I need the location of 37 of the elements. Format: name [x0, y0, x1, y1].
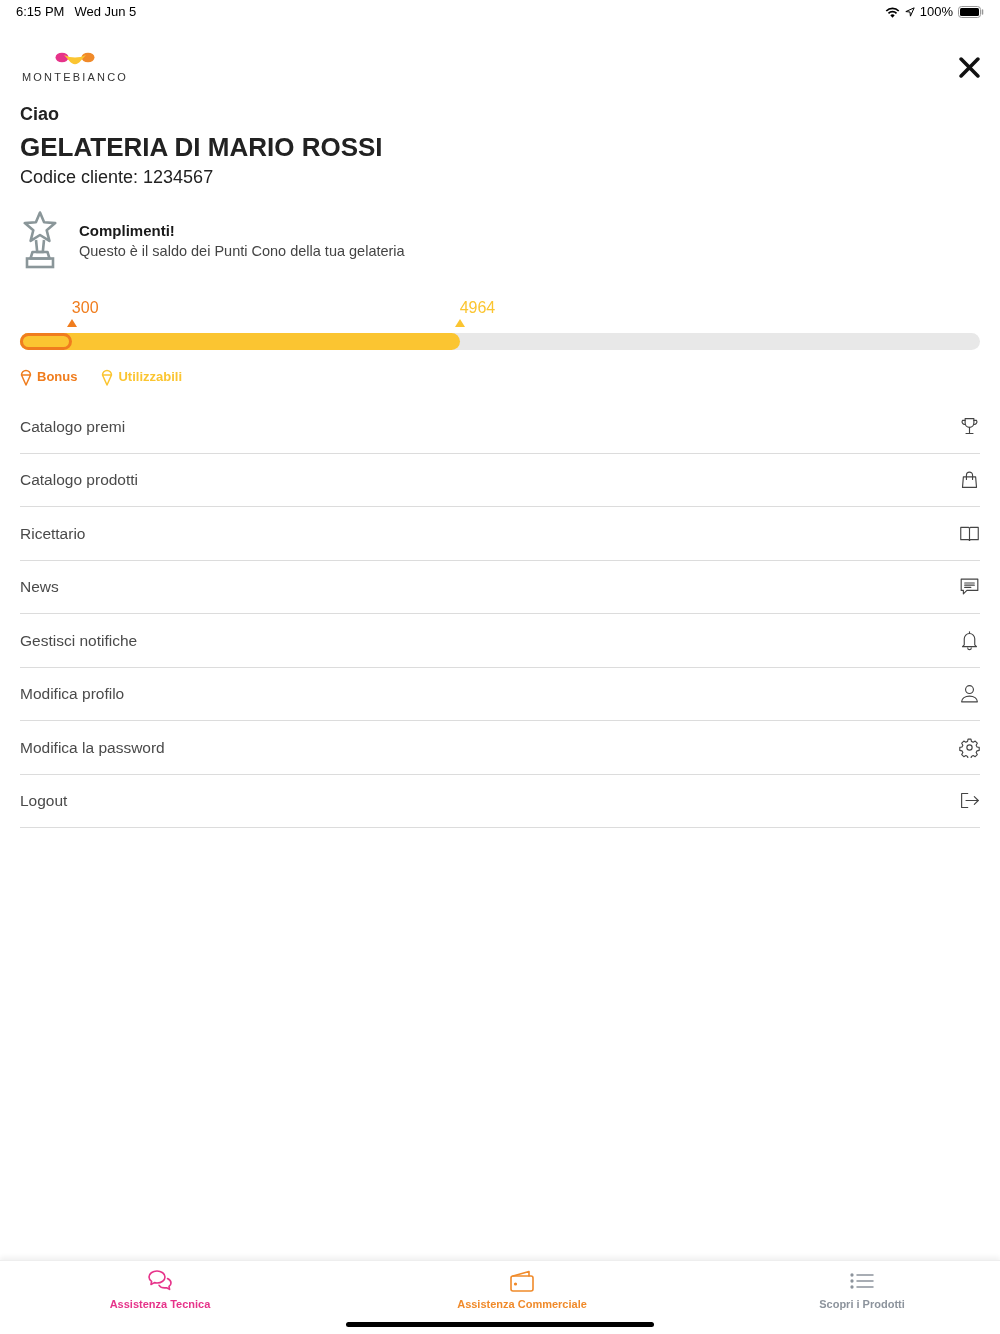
- user-icon: [959, 683, 980, 705]
- marker-icon: [66, 319, 77, 327]
- battery-icon: [958, 6, 984, 18]
- location-arrow-icon: [904, 7, 915, 17]
- menu-item[interactable]: Modifica profilo: [20, 667, 980, 721]
- menu-item[interactable]: Catalogo premi: [20, 400, 980, 454]
- legend-label: Bonus: [37, 368, 78, 386]
- message-icon: [959, 576, 980, 598]
- menu-item[interactable]: News: [20, 560, 980, 614]
- wifi-icon: [884, 6, 900, 18]
- status-time: 6:15 PM: [16, 3, 65, 22]
- status-date: Wed Jun 5: [74, 3, 137, 22]
- logo-mark-icon: [55, 52, 95, 67]
- close-button[interactable]: [959, 57, 980, 78]
- menu-item[interactable]: Ricettario: [20, 507, 980, 561]
- logo-text: MONTEBIANCO: [21, 72, 129, 83]
- customer-code: Codice cliente: 1234567: [20, 166, 215, 189]
- legend-label: Utilizzabili: [118, 368, 182, 386]
- close-icon: [959, 57, 980, 78]
- message-title: Complimenti!: [79, 221, 176, 241]
- menu-item[interactable]: Modifica la password: [20, 721, 980, 775]
- chat-bubbles-icon: [147, 1269, 173, 1293]
- settings-icon: [959, 736, 980, 758]
- tab-button[interactable]: Assistenza Tecnica: [0, 1269, 320, 1311]
- trophy-icon: [959, 415, 980, 437]
- battery-percent: 100%: [919, 3, 953, 22]
- points-value: 4964: [459, 298, 496, 318]
- menu-item[interactable]: Gestisci notifiche: [20, 614, 980, 668]
- business-name: GELATERIA DI MARIO ROSSI: [20, 131, 384, 163]
- greeting-text: Ciao: [20, 103, 60, 125]
- bell-icon: [959, 629, 980, 651]
- message-text: Questo è il saldo dei Punti Cono della tua gelateria: [79, 242, 405, 261]
- points-value: 300: [71, 298, 99, 318]
- menu-item[interactable]: Logout: [20, 774, 980, 828]
- shopping-bag-icon: [959, 469, 980, 491]
- wallet-icon: [509, 1269, 535, 1293]
- menu-item[interactable]: Catalogo prodotti: [20, 453, 980, 507]
